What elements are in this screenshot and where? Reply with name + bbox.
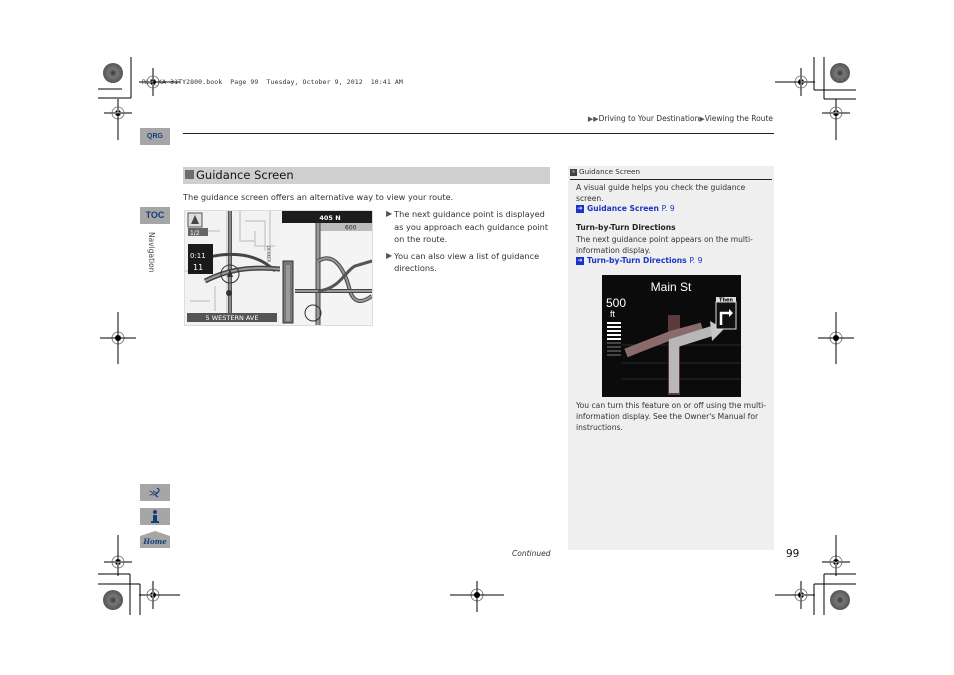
toc-tab[interactable]: TOC <box>140 207 170 224</box>
voice-command-icon: ≫ <box>149 487 160 499</box>
notes-icon: » <box>570 168 577 176</box>
notes-paragraph: The next guidance point appears on the m… <box>576 235 753 255</box>
color-dot <box>830 590 850 610</box>
svg-text:1/2: 1/2 <box>190 230 200 237</box>
color-dot <box>830 63 850 83</box>
svg-text:405 N: 405 N <box>319 214 340 222</box>
double-triangle-icon: ▶▶ <box>587 115 599 123</box>
info-icon <box>151 510 159 523</box>
bullet-item: ▶ The next guidance point is displayed a… <box>386 209 549 244</box>
square-bullet-icon <box>185 170 194 179</box>
guidance-map-image: 1/2 0:11 11 DENKER 5 WESTERN AVE 405 N 6… <box>184 210 373 326</box>
svg-text:11: 11 <box>193 263 203 272</box>
link-arrow-icon: ➔ <box>576 257 584 265</box>
breadcrumb-item[interactable]: Driving to Your Destination <box>599 114 700 123</box>
info-tab[interactable] <box>140 508 170 525</box>
bullet-item: ▶ You can also view a list of guidance d… <box>386 250 540 274</box>
turn-by-turn-link[interactable]: ➔ Turn-by-Turn Directions P. 9 <box>576 256 702 265</box>
svg-text:5 WESTERN AVE: 5 WESTERN AVE <box>206 314 259 322</box>
guidance-screen-link[interactable]: ➔ Guidance Screen P. 9 <box>576 204 675 213</box>
breadcrumb-item[interactable]: Viewing the Route <box>705 114 773 123</box>
crop-marks <box>98 57 856 615</box>
section-label: Navigation <box>147 232 156 273</box>
breadcrumb: ▶▶Driving to Your Destination▶Viewing th… <box>588 114 773 123</box>
voice-command-tab[interactable]: ≫ <box>140 484 170 501</box>
svg-text:600: 600 <box>345 225 357 232</box>
qrg-tab[interactable]: QRG <box>140 128 170 145</box>
intro-text: The guidance screen offers an alternativ… <box>183 192 454 202</box>
svg-text:Home: Home <box>142 537 167 546</box>
home-icon: Home <box>140 531 170 548</box>
bullet-list: ▶ The next guidance point is displayed a… <box>386 208 550 279</box>
notes-paragraph: You can turn this feature on or off usin… <box>576 401 766 432</box>
link-arrow-icon: ➔ <box>576 205 584 213</box>
notes-header: » Guidance Screen <box>570 166 772 180</box>
section-title: Guidance Screen <box>196 168 294 182</box>
continued-label: Continued <box>512 549 551 558</box>
svg-text:500: 500 <box>606 296 626 310</box>
print-header: RLX_KA-31TY2800.book Page 99 Tuesday, Oc… <box>142 78 403 86</box>
notes-subheading: Turn-by-Turn Directions <box>576 223 676 232</box>
svg-text:0:11: 0:11 <box>190 252 206 260</box>
page-number: 99 <box>786 548 800 560</box>
triangle-icon: ▶ <box>386 209 393 218</box>
svg-text:ft: ft <box>610 309 616 319</box>
svg-text:≫: ≫ <box>149 489 158 499</box>
header-rule <box>183 133 774 134</box>
home-tab[interactable]: Home <box>140 531 170 548</box>
svg-text:Main St: Main St <box>651 280 692 294</box>
color-dot <box>103 590 123 610</box>
multi-info-display-image: Main St 500 ft Then <box>602 275 741 397</box>
notes-paragraph: A visual guide helps you check the guida… <box>576 183 746 203</box>
triangle-icon: ▶ <box>386 250 393 260</box>
svg-text:DENKER: DENKER <box>266 246 271 263</box>
